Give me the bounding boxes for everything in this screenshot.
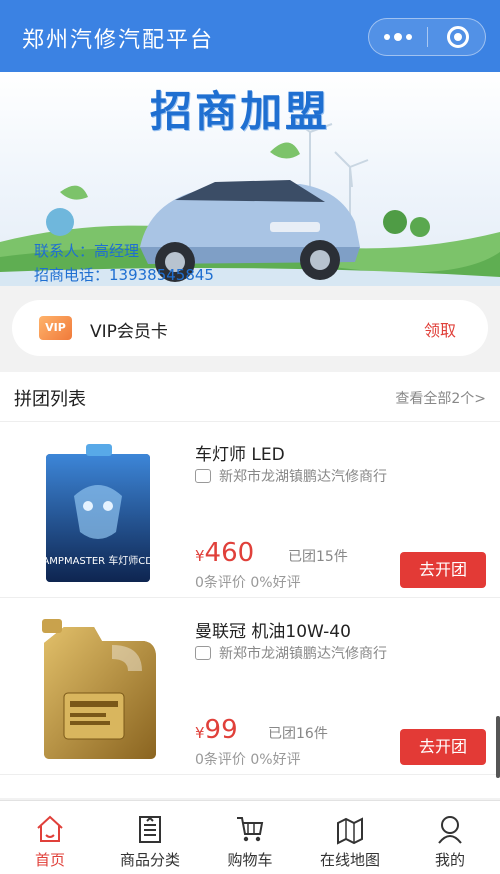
product-image-oil [42,619,156,759]
vip-card-label: VIP会员卡 [90,322,168,342]
list-item[interactable]: LAMPMASTER 车灯师CDS 车灯师 LED 新郑市龙湖镇鹏达汽修商行 ¥… [0,422,500,598]
bottom-tab-bar: 首页 商品分类 购物车 在线地图 我的 [0,800,500,874]
tab-cart[interactable]: 购物车 [200,801,300,874]
group-buy-header: 拼团列表 查看全部2个> [0,372,500,422]
store-icon [195,469,211,483]
vip-badge-icon: VIP [39,316,72,340]
product-price: ¥99 [195,715,238,745]
tab-home[interactable]: 首页 [0,801,100,874]
tab-label: 在线地图 [319,851,380,869]
group-buy-section: 拼团列表 查看全部2个> LAMPMASTER 车灯师CDS 车灯师 LED 新… [0,372,500,798]
tab-profile[interactable]: 我的 [400,801,500,874]
banner-headline: 招商加盟 [150,87,331,136]
list-item[interactable]: 曼联冠 机油10W-40 新郑市龙湖镇鹏达汽修商行 ¥99 已团16件 0条评价… [0,599,500,775]
shop-name: 新郑市龙湖镇鹏达汽修商行 [195,643,387,663]
promo-banner[interactable]: 招商加盟 联系人：高经理 招商电话：13938545845 [0,72,500,286]
page-title: 郑州汽修汽配平台 [22,28,215,53]
store-icon [195,646,211,660]
scrollbar[interactable] [496,716,500,778]
capsule-divider [427,27,428,47]
start-group-button[interactable]: 去开团 [400,729,486,765]
sold-count: 已团15件 [288,549,348,565]
tab-category[interactable]: 商品分类 [100,801,200,874]
group-buy-title: 拼团列表 [14,389,86,410]
more-menu-button[interactable] [369,19,427,55]
product-name: 车灯师 LED [195,445,285,465]
category-icon [139,816,161,843]
vip-claim-button[interactable]: 领取 [424,317,456,341]
box-brand-text: LAMPMASTER 车灯师CDS [37,554,160,567]
map-icon [337,817,363,845]
tab-label: 首页 [34,851,65,869]
product-image-lamp: LAMPMASTER 车灯师CDS [37,444,160,582]
review-summary: 0条评价 0%好评 [195,575,301,591]
tab-label: 商品分类 [119,851,180,869]
close-target-icon[interactable] [447,26,469,48]
mini-program-capsule [368,18,486,56]
tab-map[interactable]: 在线地图 [300,801,400,874]
product-name: 曼联冠 机油10W-40 [195,622,351,642]
user-icon [438,816,462,844]
tab-label: 我的 [434,851,465,869]
nav-bar: 郑州汽修汽配平台 [0,0,500,72]
banner-contact-phone: 招商电话：13938545845 [34,266,214,284]
vip-card-row[interactable]: VIP VIP会员卡 领取 [12,300,488,356]
sold-count: 已团16件 [268,726,328,742]
cart-icon [237,817,264,842]
home-icon [37,815,63,842]
product-price: ¥460 [195,538,255,568]
start-group-button[interactable]: 去开团 [400,552,486,588]
view-all-link[interactable]: 查看全部2个> [395,388,486,408]
tab-label: 购物车 [227,851,273,869]
banner-contact-person: 联系人：高经理 [34,242,140,260]
shop-name: 新郑市龙湖镇鹏达汽修商行 [195,466,387,486]
review-summary: 0条评价 0%好评 [195,752,301,768]
